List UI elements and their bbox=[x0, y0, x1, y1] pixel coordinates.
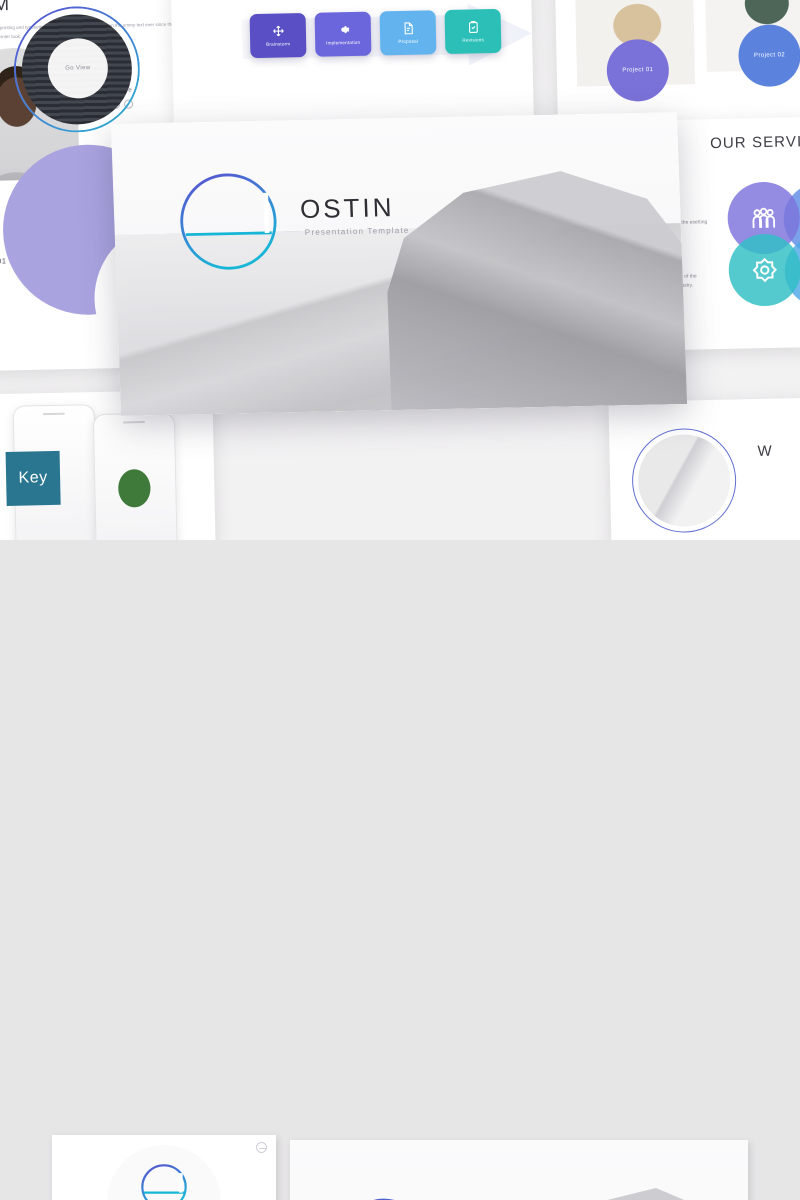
hero-collage: EAM y dummy text of the printing and typ… bbox=[0, 0, 800, 540]
process-button-label: Proposal bbox=[398, 38, 419, 45]
process-button-implementation[interactable]: Implementation bbox=[314, 11, 372, 57]
key-badge: Key bbox=[5, 450, 61, 506]
document-icon bbox=[403, 22, 413, 35]
process-button-proposal[interactable]: Proposal bbox=[379, 10, 437, 56]
process-button-row: Brainstorm Implementation Proposal Revis… bbox=[249, 8, 502, 59]
presentation-preview-page: EAM y dummy text of the printing and typ… bbox=[0, 0, 800, 1200]
leaf-photo bbox=[110, 465, 159, 525]
process-button-label: Revisions bbox=[462, 37, 485, 43]
ostin-logo-icon bbox=[180, 173, 277, 270]
collage-slide-process[interactable]: Brainstorm Implementation Proposal Revis… bbox=[170, 0, 534, 128]
project-left-label: Project 01 bbox=[0, 256, 7, 266]
process-button-revisions[interactable]: Revisions bbox=[444, 8, 502, 55]
services-circle-teal bbox=[728, 233, 800, 307]
cliff-photo bbox=[383, 159, 687, 411]
move-icon bbox=[272, 25, 284, 37]
hero-brand-name: OSTIN bbox=[299, 192, 395, 225]
cliff-photo bbox=[517, 1187, 748, 1200]
project-badge-02[interactable]: Project 02 bbox=[737, 23, 800, 88]
collage-slide-project-left[interactable]: Project 01 bbox=[0, 142, 247, 375]
thumb-logo-slide[interactable]: OSTIN Presentation Template bbox=[52, 1135, 276, 1200]
hero-title-slide[interactable]: OSTIN Presentation Template bbox=[110, 112, 688, 416]
ostin-logo-icon bbox=[373, 1198, 395, 1200]
project-badge-01[interactable]: Project 01 bbox=[606, 38, 670, 102]
collage-slide-right-portrait[interactable]: W bbox=[608, 397, 800, 540]
target-icon bbox=[752, 257, 777, 283]
gear-icon bbox=[340, 26, 349, 34]
process-button-label: Brainstorm bbox=[266, 41, 291, 47]
phone-mockup-2 bbox=[92, 412, 178, 540]
process-button-label: Implementation bbox=[326, 39, 361, 46]
ostin-logo-icon bbox=[141, 1164, 187, 1200]
process-button-brainstorm[interactable]: Brainstorm bbox=[249, 12, 307, 59]
clipboard-icon bbox=[468, 20, 478, 33]
right-slide-title: W bbox=[757, 442, 772, 460]
thumb-hero-slide[interactable]: OSTIN Presentation Template bbox=[290, 1140, 748, 1200]
corner-logo-mark bbox=[256, 1142, 267, 1153]
slide-thumbnail-grid: OSTIN Presentation Template OSTIN Presen… bbox=[0, 540, 800, 1200]
services-title: OUR SERVIC bbox=[709, 132, 800, 153]
people-icon bbox=[752, 207, 776, 229]
